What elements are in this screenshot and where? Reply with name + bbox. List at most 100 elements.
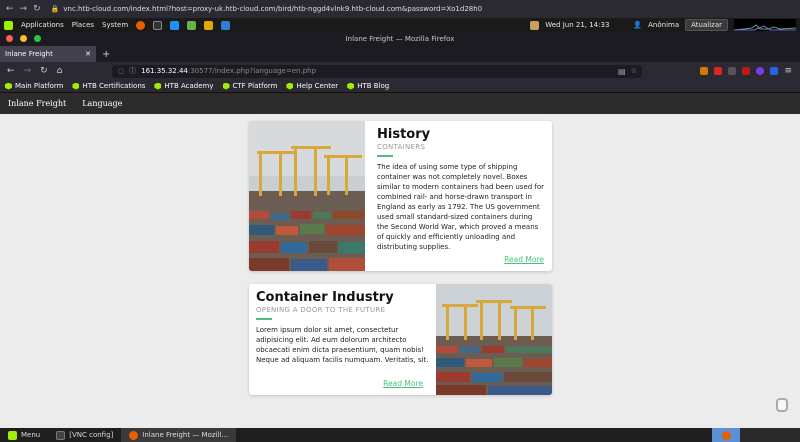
bookmarks-bar: Main Platform HTB Certifications HTB Aca… — [0, 80, 800, 93]
workspace-switcher[interactable] — [712, 428, 740, 442]
close-tab-icon[interactable]: ✕ — [85, 50, 91, 58]
site-brand-link[interactable]: Inlane Freight — [8, 99, 66, 108]
distro-logo-icon — [4, 20, 13, 30]
bookmark-help-center[interactable]: Help Center — [286, 82, 338, 90]
bookmark-htb-certifications[interactable]: HTB Certifications — [72, 82, 145, 90]
files-launcher-icon[interactable] — [187, 20, 197, 30]
taskbar-vnc-label: [VNC config] — [69, 431, 114, 439]
tab-strip: Inlane Freight ✕ + — [0, 45, 800, 62]
vnc-url-text: vnc.htb-cloud.com/index.html?host=proxy-… — [63, 5, 483, 13]
history-card-text: The idea of using some type of shipping … — [377, 163, 545, 251]
site-navbar: Inlane Freight Language — [0, 93, 800, 114]
taskbar-menu[interactable]: Menu — [0, 428, 48, 442]
maximize-window-icon[interactable] — [34, 35, 41, 42]
clock-icon — [530, 20, 540, 30]
panel-menu-system[interactable]: System — [102, 21, 128, 29]
panel-menu-places[interactable]: Places — [72, 21, 94, 29]
url-path: :30577/index.php?language=en.php — [187, 67, 317, 75]
taskbar-firefox-label: Inlane Freight — Mozill... — [142, 431, 229, 439]
extension-icon-5[interactable] — [756, 67, 765, 75]
firefox-title-bar: Inlane Freight — Mozilla Firefox — [0, 32, 800, 45]
url-host: 161.35.32.44 — [141, 67, 188, 75]
forward-button-icon[interactable]: → — [24, 66, 32, 76]
bookmark-htb-academy[interactable]: HTB Academy — [154, 82, 214, 90]
accent-divider — [256, 318, 272, 320]
address-bar[interactable]: ◌ ⓘ 161.35.32.44:30577/index.php?languag… — [112, 64, 642, 78]
extension-icon-4[interactable] — [742, 67, 751, 75]
window-title: Inlane Freight — Mozilla Firefox — [345, 34, 455, 43]
industry-read-more-link[interactable]: Read More — [383, 379, 423, 388]
vnc-browser-bar: ← → ↻ 🔒 vnc.htb-cloud.com/index.html?hos… — [0, 0, 800, 18]
bookmark-ctf-platform[interactable]: CTF Platform — [222, 82, 278, 90]
navigation-toolbar: ← → ↻ ⌂ ◌ ⓘ 161.35.32.44:30577/index.php… — [0, 62, 800, 80]
system-monitor-graph — [734, 19, 796, 31]
shield-icon: ◌ — [118, 67, 125, 75]
history-read-more-link[interactable]: Read More — [504, 255, 544, 264]
bookmark-label: HTB Certifications — [82, 82, 146, 90]
extension-icon-2[interactable] — [714, 67, 723, 75]
htb-cube-icon — [5, 82, 12, 90]
taskbar-firefox[interactable]: Inlane Freight — Mozill... — [121, 428, 237, 442]
htb-cube-icon — [347, 82, 355, 90]
bookmark-label: HTB Academy — [164, 82, 214, 90]
window-launcher-icon[interactable] — [221, 20, 231, 30]
reload-icon[interactable]: ↻ — [33, 4, 41, 14]
terminal-launcher-icon[interactable] — [153, 20, 163, 30]
desktop-top-panel: Applications Places System Wed Jun 21, 1… — [0, 18, 800, 32]
bookmark-label: HTB Blog — [357, 82, 390, 90]
bookmark-main-platform[interactable]: Main Platform — [5, 82, 63, 90]
extension-icon-1[interactable] — [700, 67, 709, 75]
taskbar-menu-label: Menu — [21, 431, 41, 439]
panel-menu-applications[interactable]: Applications — [21, 21, 64, 29]
reader-view-icon[interactable]: ▤ — [618, 67, 626, 76]
history-card-title: History — [377, 127, 431, 142]
tab-inlane-freight[interactable]: Inlane Freight ✕ — [0, 46, 96, 62]
bookmark-star-icon[interactable]: ☆ — [631, 67, 642, 75]
bookmark-label: Help Center — [296, 82, 339, 90]
htb-cube-icon — [286, 82, 294, 90]
scroll-indicator-icon[interactable] — [776, 398, 788, 412]
industry-card-text: Lorem ipsum dolor sit amet, consectetur … — [256, 326, 429, 364]
update-button[interactable]: Atualizar — [685, 19, 728, 31]
notes-launcher-icon[interactable] — [204, 20, 214, 30]
panel-user[interactable]: Anônima — [648, 21, 679, 29]
htb-cube-icon — [222, 82, 230, 90]
burp-launcher-icon[interactable] — [170, 20, 180, 30]
container-port-image — [249, 121, 365, 271]
bookmark-label: CTF Platform — [232, 82, 278, 90]
firefox-launcher-icon[interactable] — [136, 20, 146, 30]
bookmark-htb-blog[interactable]: HTB Blog — [347, 82, 389, 90]
container-port-image — [436, 284, 552, 395]
window-icon — [56, 430, 66, 440]
workspace-firefox-icon — [721, 430, 731, 440]
page-info-icon[interactable]: ⓘ — [129, 66, 136, 76]
reload-button-icon[interactable]: ↻ — [40, 66, 48, 76]
taskbar-vnc-config[interactable]: [VNC config] — [48, 428, 121, 442]
minimize-window-icon[interactable] — [20, 35, 27, 42]
extension-icon-6[interactable] — [770, 67, 779, 75]
bookmark-label: Main Platform — [15, 82, 64, 90]
vnc-url-bar[interactable]: 🔒 vnc.htb-cloud.com/index.html?host=prox… — [51, 5, 483, 13]
container-industry-card: Container Industry OPENING A DOOR TO THE… — [249, 284, 552, 395]
forward-icon[interactable]: → — [20, 4, 28, 14]
user-icon: 👤 — [633, 21, 643, 29]
history-card-body: History CONTAINERS The idea of using som… — [370, 121, 552, 271]
panel-datetime[interactable]: Wed Jun 21, 14:33 — [545, 21, 609, 29]
language-menu[interactable]: Language — [82, 99, 122, 108]
lock-icon: 🔒 — [50, 5, 60, 13]
extension-icon-3[interactable] — [728, 67, 737, 75]
workspace-empty[interactable] — [740, 428, 800, 442]
page-content: History CONTAINERS The idea of using som… — [0, 114, 800, 428]
back-icon[interactable]: ← — [6, 4, 14, 14]
close-window-icon[interactable] — [6, 35, 13, 42]
menu-logo-icon — [8, 430, 17, 440]
new-tab-icon[interactable]: + — [96, 49, 110, 62]
tab-label: Inlane Freight — [5, 50, 53, 58]
back-button-icon[interactable]: ← — [7, 66, 15, 76]
history-card-subtitle: CONTAINERS — [377, 143, 426, 151]
firefox-icon — [129, 430, 139, 440]
history-card: History CONTAINERS The idea of using som… — [249, 121, 552, 271]
menu-hamburger-icon[interactable]: ≡ — [784, 66, 792, 76]
home-button-icon[interactable]: ⌂ — [57, 66, 63, 76]
industry-card-title: Container Industry — [256, 290, 394, 305]
